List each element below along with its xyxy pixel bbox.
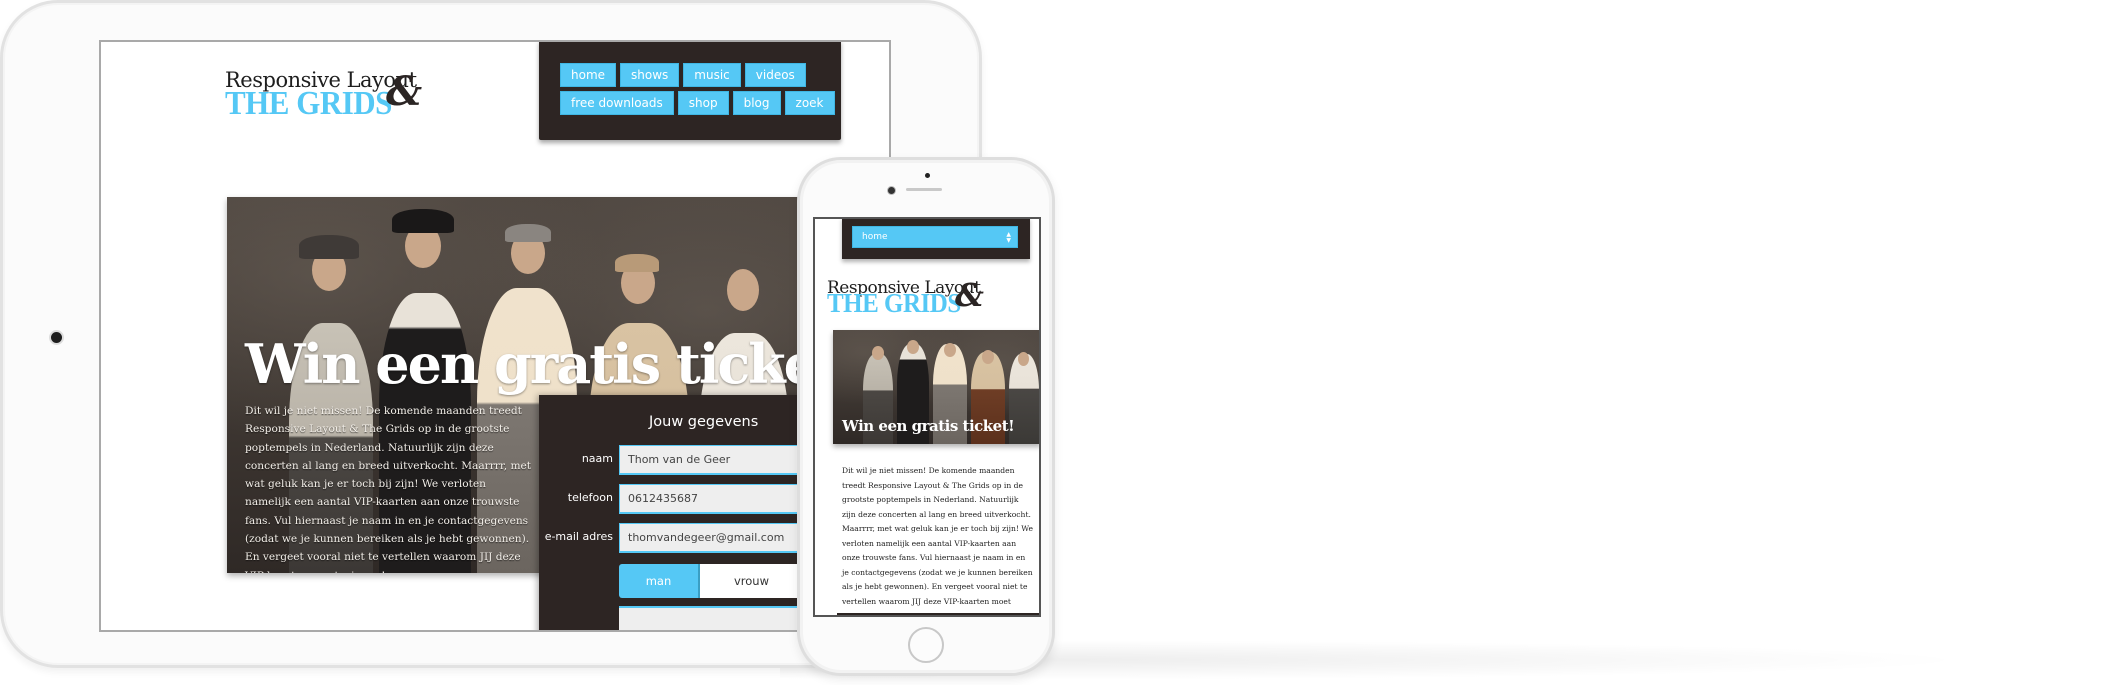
- phone-screen: home ▲ ▼ Responsive Layout THE GRIDS & W…: [813, 217, 1041, 617]
- band-member-hat: [299, 235, 359, 259]
- mobile-navigation: home ▲ ▼: [842, 219, 1030, 259]
- band-member-head: [872, 346, 884, 360]
- naam-input[interactable]: Thom van de Geer: [619, 445, 819, 475]
- nav-shop[interactable]: shop: [677, 91, 729, 115]
- mobile-site-logo[interactable]: Responsive Layout THE GRIDS &: [827, 276, 1037, 326]
- nav-home[interactable]: home: [560, 63, 617, 87]
- telefoon-label: telefoon: [567, 491, 613, 504]
- mobile-form-top-edge: [837, 613, 1039, 615]
- logo-ampersand: &: [386, 68, 423, 115]
- mobile-hero-banner: Win een gratis ticket!: [833, 330, 1039, 444]
- gender-man-button[interactable]: man: [619, 564, 700, 598]
- form-row-telefoon: telefoon 0612435687: [539, 484, 819, 514]
- phone-device: home ▲ ▼ Responsive Layout THE GRIDS & W…: [797, 157, 1055, 676]
- band-member-head: [1018, 352, 1029, 366]
- mobile-hero-title: Win een gratis ticket!: [842, 417, 1015, 435]
- logo-ampersand: &: [955, 276, 984, 314]
- band-member-hat: [615, 254, 659, 272]
- mobile-body-text: Dit wil je niet missen! De komende maand…: [842, 466, 1033, 606]
- next-field-input[interactable]: [619, 606, 819, 630]
- select-arrows-icon: ▲ ▼: [1006, 231, 1011, 244]
- logo-line2: THE GRIDS: [225, 83, 392, 122]
- nav-row-2: free downloads shop blog zoek: [560, 91, 841, 115]
- nav-blog[interactable]: blog: [732, 91, 781, 115]
- nav-shows[interactable]: shows: [620, 63, 680, 87]
- form-row-email: e-mail adres thomvandegeer@gmail.com: [539, 523, 819, 553]
- nav-videos[interactable]: videos: [744, 63, 806, 87]
- gender-toggle: man vrouw: [619, 564, 819, 598]
- logo-line2: THE GRIDS: [827, 289, 961, 319]
- form-row-naam: naam Thom van de Geer: [539, 445, 819, 475]
- tablet-screen: Responsive Layout THE GRIDS & home shows…: [99, 40, 891, 632]
- band-member-head: [907, 340, 919, 354]
- telefoon-input[interactable]: 0612435687: [619, 484, 819, 514]
- site-logo[interactable]: Responsive Layout THE GRIDS &: [225, 68, 435, 122]
- mobile-nav-select[interactable]: home ▲ ▼: [852, 226, 1018, 248]
- phone-camera-icon: [888, 187, 895, 194]
- nav-free-downloads[interactable]: free downloads: [560, 91, 674, 115]
- band-member-head: [727, 269, 759, 311]
- main-navigation: home shows music videos free downloads s…: [539, 42, 841, 140]
- email-input[interactable]: thomvandegeer@gmail.com: [619, 523, 819, 553]
- hero-body-text: Dit wil je niet missen! De komende maand…: [245, 405, 532, 573]
- mobile-nav-select-value: home: [862, 232, 888, 242]
- nav-zoek[interactable]: zoek: [784, 91, 835, 115]
- phone-speaker-icon: [906, 188, 942, 191]
- phone-home-button[interactable]: [908, 627, 944, 663]
- phone-sensor-icon: [925, 173, 930, 178]
- naam-label: naam: [581, 452, 613, 465]
- band-member-head: [944, 343, 956, 357]
- hero-title: Win een gratis ticket!: [245, 332, 827, 396]
- email-label: e-mail adres: [544, 530, 613, 543]
- band-member-hat: [505, 224, 551, 242]
- band-member-head: [982, 350, 994, 364]
- tablet-camera-icon: [51, 332, 62, 343]
- nav-row-1: home shows music videos: [560, 63, 841, 87]
- form-title: Jouw gegevens: [649, 414, 759, 430]
- entry-form: Jouw gegevens naam Thom van de Geer tele…: [539, 395, 819, 630]
- band-member-hat: [392, 209, 454, 233]
- nav-music[interactable]: music: [683, 63, 741, 87]
